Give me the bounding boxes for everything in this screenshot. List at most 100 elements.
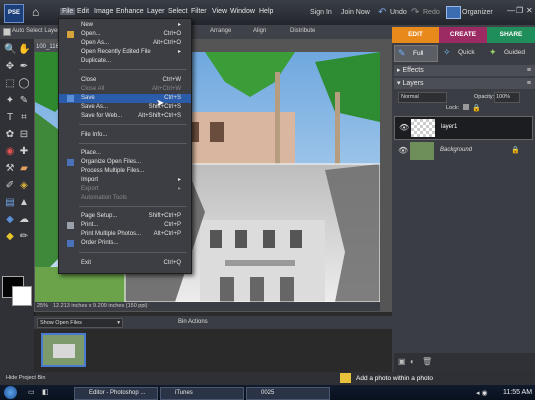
opacity-field[interactable]: 100%	[494, 92, 520, 103]
home-icon[interactable]: ⌂	[32, 6, 44, 18]
menu-item-open[interactable]: Open... Ctrl+O	[59, 30, 191, 39]
menu-image[interactable]: Image	[94, 8, 113, 15]
show-desktop-icon[interactable]: ▭	[28, 388, 35, 396]
menu-item-place[interactable]: Place...	[59, 149, 191, 158]
menu-item-save[interactable]: Save Ctrl+S	[59, 94, 191, 103]
delete-layer-icon[interactable]: 🗑	[422, 357, 432, 366]
layers-menu-icon[interactable]: ≡	[527, 78, 531, 89]
lock-all-icon[interactable]: 🔒	[472, 104, 481, 112]
brush-tool-icon[interactable]: ✐	[4, 180, 16, 192]
magic-wand-tool-icon[interactable]: ✦	[4, 95, 16, 107]
adjustment-layer-icon[interactable]: ◐	[410, 357, 415, 366]
taskbar-item-0025[interactable]: 0025	[246, 387, 330, 400]
bin-actions-menu[interactable]: Bin Actions	[178, 319, 208, 325]
menu-item-open-as[interactable]: Open As... Alt+Ctrl+O	[59, 39, 191, 48]
visibility-eye-icon[interactable]: 👁	[399, 123, 409, 132]
undo-button[interactable]: Undo	[390, 9, 407, 16]
selection-brush-tool-icon[interactable]: ✎	[18, 95, 30, 107]
eyedropper-tool-icon[interactable]: ✒	[18, 61, 30, 73]
blend-mode-select[interactable]: Normal	[398, 92, 447, 103]
menu-select[interactable]: Select	[168, 8, 187, 15]
menu-item-order-prints[interactable]: Order Prints...	[59, 239, 191, 248]
tab-create[interactable]: CREATE	[439, 27, 487, 43]
eraser-tool-icon[interactable]: ▰	[18, 163, 30, 175]
new-layer-icon[interactable]: ▣	[398, 357, 406, 366]
type-tool-icon[interactable]: T	[4, 112, 16, 124]
arrange-button[interactable]: Arrange	[210, 28, 231, 34]
tab-quick[interactable]: ✧ Quick	[440, 45, 482, 60]
background-color-swatch[interactable]	[12, 286, 32, 306]
show-open-files-dropdown[interactable]: Show Open Files ▾	[37, 318, 123, 328]
menu-help[interactable]: Help	[259, 8, 273, 15]
auto-select-checkbox[interactable]	[3, 28, 11, 36]
close-window-icon[interactable]: ✕	[526, 6, 533, 15]
smart-brush-tool-icon[interactable]: ◆	[4, 231, 16, 243]
menu-enhance[interactable]: Enhance	[116, 8, 144, 15]
layer-row-layer1[interactable]: 👁 layer1	[394, 116, 533, 140]
marquee-tool-icon[interactable]: ⬚	[4, 78, 16, 90]
menu-item-new[interactable]: New ▸	[59, 21, 191, 30]
join-now-link[interactable]: Join Now	[341, 9, 370, 16]
crop-tool-icon[interactable]: ⌗	[18, 112, 30, 124]
menu-item-page-setup[interactable]: Page Setup... Shift+Ctrl+P	[59, 212, 191, 221]
menu-item-file-info[interactable]: File Info...	[59, 131, 191, 140]
menu-edit[interactable]: Edit	[77, 8, 89, 15]
menu-item-import[interactable]: Import ▸	[59, 176, 191, 185]
menu-item-print[interactable]: Print... Ctrl+P	[59, 221, 191, 230]
taskbar-item-editor[interactable]: Editor - Photoshop ...	[74, 387, 158, 400]
straighten-tool-icon[interactable]: ⊟	[18, 129, 30, 141]
minimize-icon[interactable]: —	[507, 6, 515, 15]
shape-tool-icon[interactable]: ▲	[18, 197, 30, 209]
organizer-icon[interactable]	[446, 6, 461, 19]
hand-tool-icon[interactable]: ✋	[18, 44, 30, 56]
panel-menu-icon[interactable]: ≡	[527, 65, 531, 76]
clone-stamp-tool-icon[interactable]: ⚒	[4, 163, 16, 175]
red-eye-tool-icon[interactable]: ◉	[4, 146, 16, 158]
menu-layer[interactable]: Layer	[147, 8, 165, 15]
layers-panel-header[interactable]: ▾ Layers ≡	[394, 78, 535, 89]
cookie-cutter-tool-icon[interactable]: ✿	[4, 129, 16, 141]
visibility-eye-icon[interactable]: 👁	[398, 146, 408, 155]
menu-item-exit[interactable]: Exit Ctrl+Q	[59, 259, 191, 268]
menu-item-close[interactable]: Close Ctrl+W	[59, 76, 191, 85]
hide-project-bin-button[interactable]: Hide Project Bin	[6, 375, 45, 381]
taskbar-item-itunes[interactable]: iTunes	[160, 387, 244, 400]
tab-share[interactable]: SHARE	[487, 27, 535, 43]
effects-panel-header[interactable]: ▸ Effects ≡	[394, 65, 535, 76]
lock-transparent-icon[interactable]	[463, 104, 469, 110]
layer-row-background[interactable]: 👁 Background 🔒	[394, 140, 531, 162]
tab-guided[interactable]: ✦ Guided	[486, 45, 532, 60]
redo-icon[interactable]: ↷	[411, 7, 419, 18]
bin-thumbnail[interactable]	[41, 333, 86, 367]
gradient-tool-icon[interactable]: ▤	[4, 197, 16, 209]
maximize-icon[interactable]: ❐	[516, 6, 523, 15]
menu-item-open-recent[interactable]: Open Recently Edited File ▸	[59, 48, 191, 57]
move-tool-icon[interactable]: ✥	[4, 61, 16, 73]
tab-edit[interactable]: EDIT	[392, 27, 439, 43]
menu-filter[interactable]: Filter	[191, 8, 207, 15]
organizer-button[interactable]: Organizer	[462, 9, 493, 16]
redo-button[interactable]: Redo	[423, 9, 440, 16]
zoom-tool-icon[interactable]: 🔍	[4, 44, 16, 56]
menu-item-print-multiple[interactable]: Print Multiple Photos... Alt+Ctrl+P	[59, 230, 191, 239]
tab-full[interactable]: ✎ Full	[394, 45, 438, 62]
start-button-icon[interactable]	[4, 386, 17, 399]
healing-brush-tool-icon[interactable]: ✚	[18, 146, 30, 158]
align-button[interactable]: Align	[253, 28, 266, 34]
tray-icons[interactable]: ◂ ◉	[476, 389, 488, 397]
sponge-tool-icon[interactable]: ☁	[18, 214, 30, 226]
menu-item-save-as[interactable]: Save As... Shift+Ctrl+S	[59, 103, 191, 112]
quick-launch-icon[interactable]: ◧	[42, 388, 49, 396]
menu-item-process-multiple[interactable]: Process Multiple Files...	[59, 167, 191, 176]
menu-file[interactable]: File	[60, 8, 76, 15]
menu-view[interactable]: View	[212, 8, 227, 15]
pencil-tool-icon[interactable]: ✏	[18, 231, 30, 243]
paint-bucket-tool-icon[interactable]: ◈	[18, 180, 30, 192]
lasso-tool-icon[interactable]: ◯	[18, 78, 30, 90]
blur-tool-icon[interactable]: ◆	[4, 214, 16, 226]
menu-item-save-for-web[interactable]: Save for Web... Alt+Shift+Ctrl+S	[59, 112, 191, 121]
menu-window[interactable]: Window	[230, 8, 255, 15]
undo-icon[interactable]: ↶	[378, 7, 386, 18]
sign-in-link[interactable]: Sign In	[310, 9, 332, 16]
menu-item-organize[interactable]: Organize Open Files...	[59, 158, 191, 167]
